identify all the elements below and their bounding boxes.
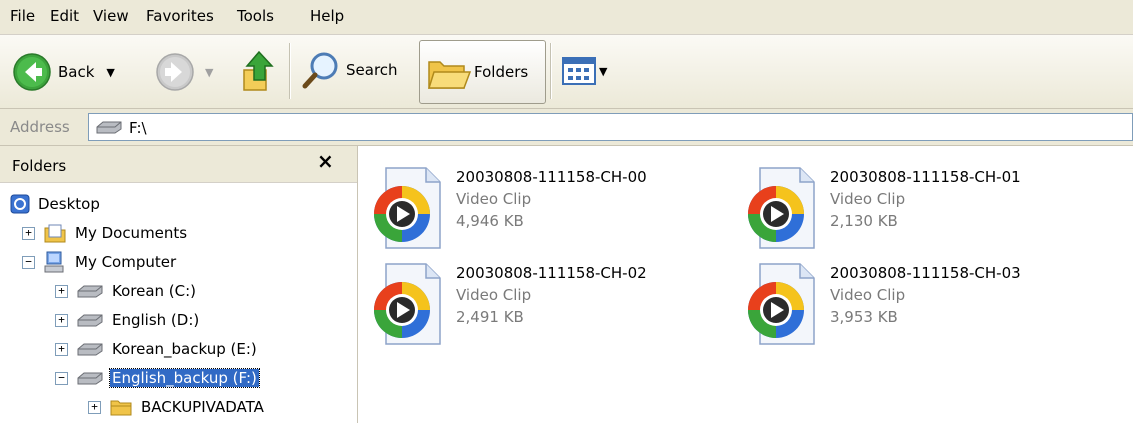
folders-pane-title: Folders [12,157,67,175]
drive-icon [77,372,103,385]
forward-dropdown-icon[interactable]: ▼ [205,66,213,79]
expand-icon[interactable]: + [55,284,68,298]
file-size: 3,953 KB [830,308,898,326]
tree-item-desktop[interactable]: Desktop [10,191,102,217]
address-value: F:\ [129,119,147,137]
tree-item-label: My Computer [75,253,177,271]
tree-item-drive-f[interactable]: − English_backup (F:) [55,365,260,391]
folders-pane-header: Folders × [0,146,357,183]
address-input[interactable]: F:\ [88,113,1133,141]
tree-item-label: My Documents [75,224,188,242]
file-size: 2,130 KB [830,212,898,230]
drive-icon [77,314,103,327]
menu-help[interactable]: Help [310,7,344,25]
tree-item-label: English (D:) [112,311,200,329]
views-dropdown-icon[interactable]: ▼ [599,65,607,78]
back-dropdown-icon[interactable]: ▼ [106,66,114,79]
tree-item-my-documents[interactable]: + My Documents [22,220,189,246]
forward-arrow-icon [156,53,194,91]
toolbar: Back ▼ ▼ Search Folders ▼ [0,35,1133,109]
menu-file[interactable]: File [10,7,35,25]
desktop-icon [10,194,30,214]
menu-tools[interactable]: Tools [237,7,274,25]
collapse-icon[interactable]: − [22,255,35,269]
tree-item-drive-e[interactable]: + Korean_backup (E:) [55,336,259,362]
search-icon [302,52,338,89]
back-button[interactable]: Back ▼ [12,52,115,92]
search-label: Search [346,61,398,79]
file-type: Video Clip [830,286,906,304]
search-button[interactable]: Search [302,50,398,90]
up-folder-icon [243,50,274,91]
folder-icon [110,400,132,416]
file-type: Video Clip [456,190,532,208]
my-computer-icon [44,251,64,273]
up-folder-button[interactable] [240,48,278,94]
my-documents-icon [44,224,66,243]
file-item[interactable]: 20030808-111158-CH-02 Video Clip 2,491 K… [370,262,730,352]
back-arrow-icon [13,53,51,91]
toolbar-separator [289,43,291,99]
expand-icon[interactable]: + [88,400,101,414]
drive-icon [96,121,122,134]
folders-pane: Folders × Desktop + My Documents − My Co… [0,146,358,423]
collapse-icon[interactable]: − [55,371,68,385]
views-icon [562,57,596,85]
forward-button[interactable]: ▼ [155,52,213,92]
tree-item-backupivadata[interactable]: + BACKUPIVADATA [88,394,266,420]
tree-item-label: Desktop [38,195,100,213]
expand-icon[interactable]: + [55,342,68,356]
file-item[interactable]: 20030808-111158-CH-00 Video Clip 4,946 K… [370,166,730,256]
views-button[interactable]: ▼ [562,57,607,85]
video-clip-icon [748,263,815,345]
tree-item-drive-c[interactable]: + Korean (C:) [55,278,198,304]
video-clip-icon [748,167,815,249]
back-label: Back [58,63,95,81]
file-name: 20030808-111158-CH-03 [830,264,1021,282]
file-item[interactable]: 20030808-111158-CH-01 Video Clip 2,130 K… [744,166,1104,256]
toolbar-separator [550,43,552,99]
menu-bar: File Edit View Favorites Tools Help [0,0,1133,35]
tree-item-label: Korean (C:) [112,282,197,300]
address-label: Address [10,118,70,136]
folders-label: Folders [474,63,529,81]
tree-item-label-selected: English_backup (F:) [109,368,260,388]
folders-button[interactable]: Folders [419,40,546,104]
video-clip-icon [374,263,441,345]
drive-icon [77,343,103,356]
file-type: Video Clip [456,286,532,304]
video-clip-icon [374,167,441,249]
tree-item-label: BACKUPIVADATA [141,398,264,416]
drive-icon [77,285,103,298]
file-name: 20030808-111158-CH-02 [456,264,647,282]
menu-edit[interactable]: Edit [50,7,79,25]
close-icon[interactable]: × [317,149,334,173]
tree-item-drive-d[interactable]: + English (D:) [55,307,201,333]
expand-icon[interactable]: + [55,313,68,327]
file-name: 20030808-111158-CH-01 [830,168,1021,186]
tree-item-label: Korean_backup (E:) [112,340,257,358]
file-size: 2,491 KB [456,308,524,326]
tree-item-my-computer[interactable]: − My Computer [22,249,178,275]
address-bar: Address F:\ [0,109,1133,146]
file-type: Video Clip [830,190,906,208]
file-item[interactable]: 20030808-111158-CH-03 Video Clip 3,953 K… [744,262,1104,352]
folders-icon [427,61,472,89]
file-name: 20030808-111158-CH-00 [456,168,647,186]
expand-icon[interactable]: + [22,226,35,240]
menu-favorites[interactable]: Favorites [146,7,214,25]
menu-view[interactable]: View [93,7,129,25]
file-size: 4,946 KB [456,212,524,230]
